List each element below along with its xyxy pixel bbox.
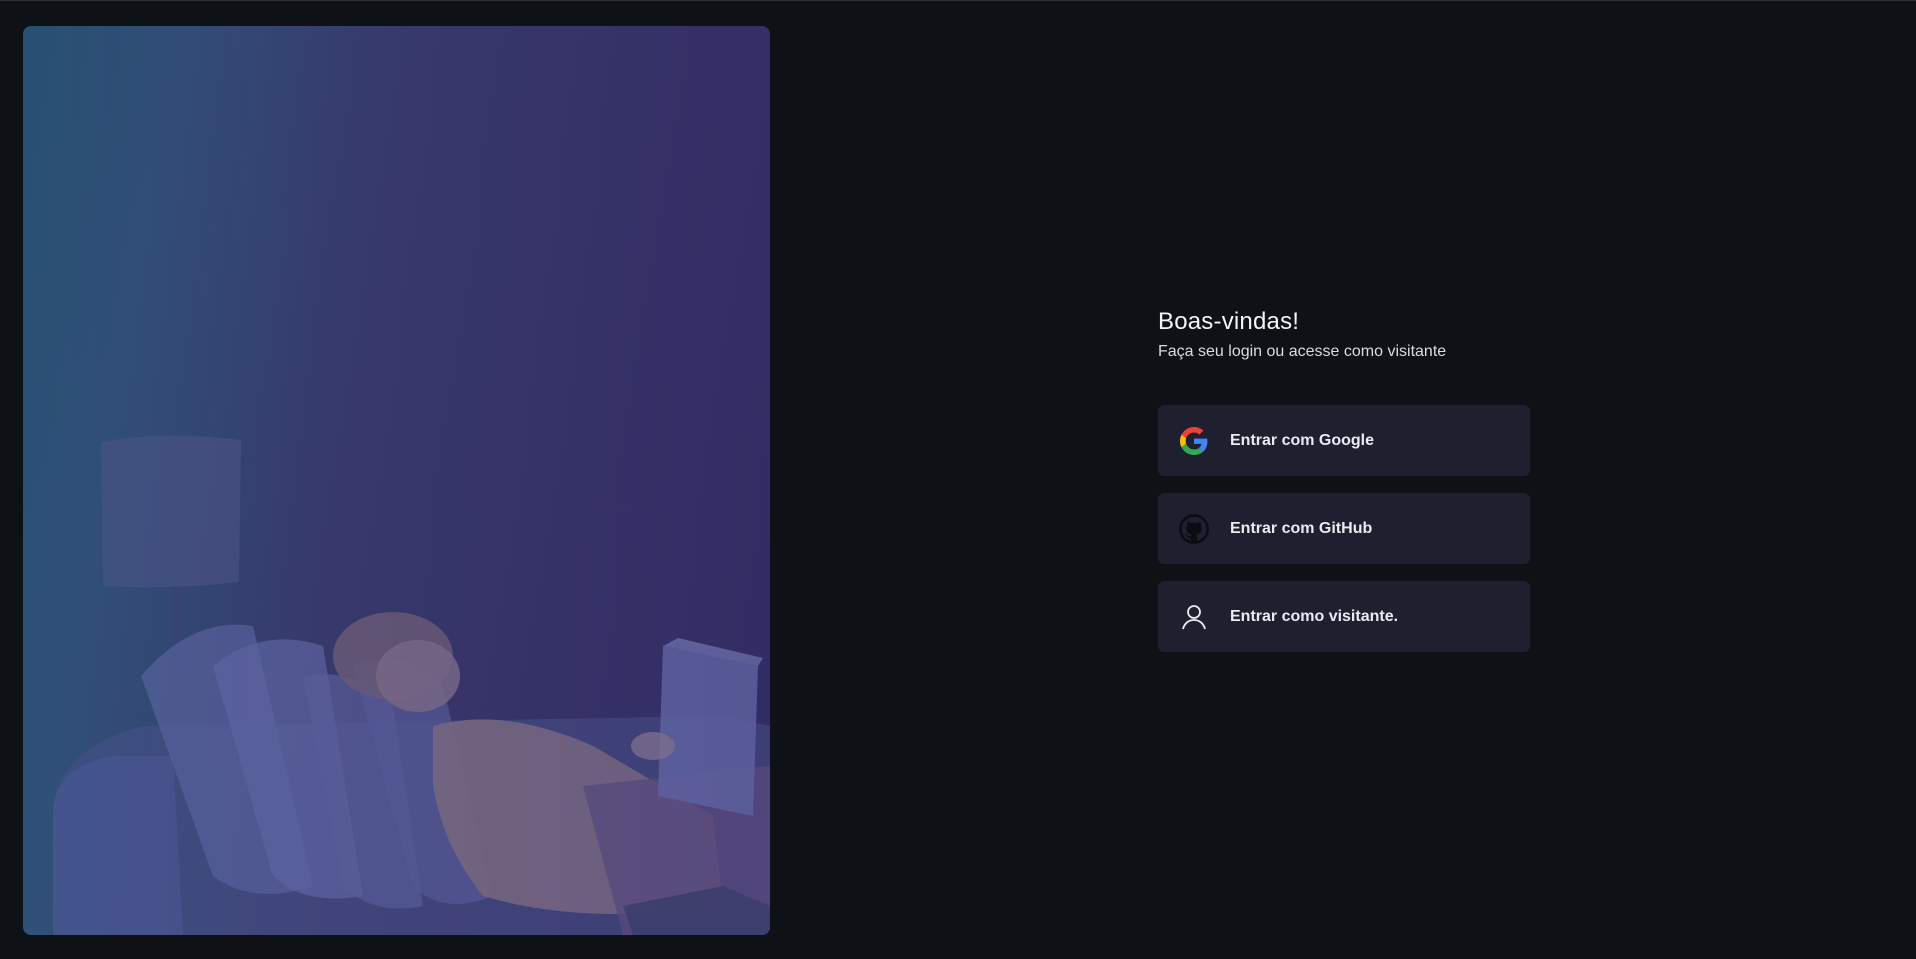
google-login-button[interactable]: Entrar com Google — [1158, 405, 1530, 476]
login-panel: Boas-vindas! Faça seu login ou acesse co… — [1158, 306, 1530, 652]
login-providers: Entrar com Google Entrar com GitHub Entr… — [1158, 405, 1530, 652]
welcome-subtitle: Faça seu login ou acesse como visitante — [1158, 343, 1447, 360]
user-icon — [1179, 602, 1209, 632]
google-icon — [1179, 426, 1209, 456]
welcome-title: Boas-vindas! — [1158, 308, 1300, 335]
github-login-label: Entrar com GitHub — [1230, 519, 1373, 537]
hero-overlay — [23, 26, 770, 935]
guest-login-button[interactable]: Entrar como visitante. — [1158, 581, 1530, 652]
hero-image — [23, 26, 770, 935]
github-icon — [1179, 513, 1209, 544]
github-login-button[interactable]: Entrar com GitHub — [1158, 493, 1530, 564]
google-login-label: Entrar com Google — [1230, 431, 1375, 449]
page: Boas-vindas! Faça seu login ou acesse co… — [0, 0, 1916, 959]
guest-login-label: Entrar como visitante. — [1230, 607, 1399, 625]
